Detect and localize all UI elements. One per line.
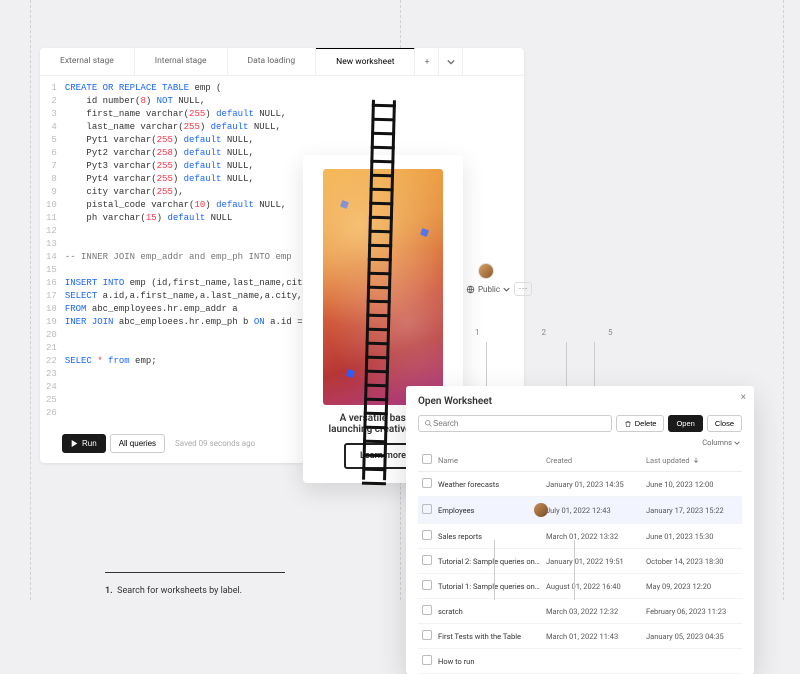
table-row[interactable]: First Tests with the TableMarch 01, 2022… xyxy=(418,624,742,649)
row-checkbox[interactable] xyxy=(422,530,432,540)
table-row[interactable]: Weather forecastsJanuary 01, 2023 14:35J… xyxy=(418,472,742,497)
add-tab-button[interactable]: + xyxy=(415,48,439,75)
row-avatar xyxy=(534,503,548,517)
row-name: How to run xyxy=(438,657,546,666)
table-row[interactable]: How to run xyxy=(418,649,742,674)
run-label: Run xyxy=(82,439,97,448)
row-updated: February 06, 2023 11:23 xyxy=(646,607,742,616)
row-created: March 01, 2022 13:32 xyxy=(546,532,646,541)
row-updated: October 14, 2023 18:30 xyxy=(646,557,742,566)
all-queries-button[interactable]: All queries xyxy=(110,434,165,453)
row-checkbox[interactable] xyxy=(422,630,432,640)
modal-title: Open Worksheet xyxy=(418,396,742,407)
columns-dropdown[interactable]: Columns xyxy=(702,438,742,447)
row-updated: May 09, 2023 12:20 xyxy=(646,582,742,591)
row-updated: January 17, 2023 15:22 xyxy=(646,506,742,515)
tab-internal-stage[interactable]: Internal stage xyxy=(135,48,228,75)
row-name: Weather forecasts xyxy=(438,480,546,489)
row-name: Tutorial 1: Sample queries on TPC-H data xyxy=(438,582,546,591)
tab-overflow-button[interactable] xyxy=(439,48,463,75)
search-input[interactable] xyxy=(418,415,612,432)
close-icon[interactable]: × xyxy=(741,392,746,403)
row-checkbox[interactable] xyxy=(422,504,432,514)
row-created: January 01, 2022 19:51 xyxy=(546,557,646,566)
row-checkbox[interactable] xyxy=(422,655,432,665)
sort-icon[interactable] xyxy=(693,457,699,463)
caption: 1. Search for worksheets by label. xyxy=(105,586,242,596)
saved-status: Saved 09 seconds ago xyxy=(175,439,255,448)
row-created: August 01, 2022 16:40 xyxy=(546,582,646,591)
table-row[interactable]: scratchMarch 03, 2022 12:32February 06, … xyxy=(418,599,742,624)
select-all-checkbox[interactable] xyxy=(422,454,432,464)
avatar[interactable] xyxy=(478,263,494,279)
delete-button[interactable]: Delete xyxy=(616,415,665,432)
callout-markers: 1 2 5 xyxy=(475,328,613,337)
table-row[interactable]: Tutorial 1: Sample queries on TPC-H data… xyxy=(418,574,742,599)
run-button[interactable]: Run xyxy=(62,434,106,453)
row-checkbox[interactable] xyxy=(422,478,432,488)
row-updated: June 01, 2023 15:30 xyxy=(646,532,742,541)
tab-external-stage[interactable]: External stage xyxy=(40,48,135,75)
row-name: scratch xyxy=(438,607,546,616)
row-checkbox[interactable] xyxy=(422,555,432,565)
open-worksheet-modal: × Open Worksheet Delete Open Close Colum… xyxy=(406,386,754,674)
row-checkbox[interactable] xyxy=(422,605,432,615)
tab-new-worksheet[interactable]: New worksheet xyxy=(316,48,415,75)
visibility-toggle[interactable]: Public xyxy=(466,285,510,294)
row-name: First Tests with the Table xyxy=(438,632,546,641)
table-row[interactable]: Employees July 01, 2022 12:43January 17, … xyxy=(418,497,742,524)
table-row[interactable]: Sales reportsMarch 01, 2022 13:32June 01… xyxy=(418,524,742,549)
caption-rule xyxy=(105,572,285,573)
table-header: Name Created Last updated xyxy=(418,449,742,472)
tab-bar: External stageInternal stageData loading… xyxy=(40,48,524,76)
row-created: July 01, 2022 12:43 xyxy=(546,506,646,515)
open-button[interactable]: Open xyxy=(668,415,702,432)
row-checkbox[interactable] xyxy=(422,580,432,590)
row-created: January 01, 2023 14:35 xyxy=(546,480,646,489)
search-field[interactable] xyxy=(433,419,606,428)
tab-data-loading[interactable]: Data loading xyxy=(228,48,317,75)
more-actions-button[interactable]: ⋯ xyxy=(514,282,532,296)
close-button[interactable]: Close xyxy=(707,415,742,432)
row-created: March 03, 2022 12:32 xyxy=(546,607,646,616)
table-row[interactable]: Tutorial 2: Sample queries on semi-struc… xyxy=(418,549,742,574)
row-updated: June 10, 2023 12:00 xyxy=(646,480,742,489)
row-name: Sales reports xyxy=(438,532,546,541)
row-name: Tutorial 2: Sample queries on semi-struc… xyxy=(438,557,546,566)
row-name: Employees xyxy=(438,506,542,515)
row-created: March 01, 2022 11:43 xyxy=(546,632,646,641)
row-updated: January 05, 2023 04:35 xyxy=(646,632,742,641)
